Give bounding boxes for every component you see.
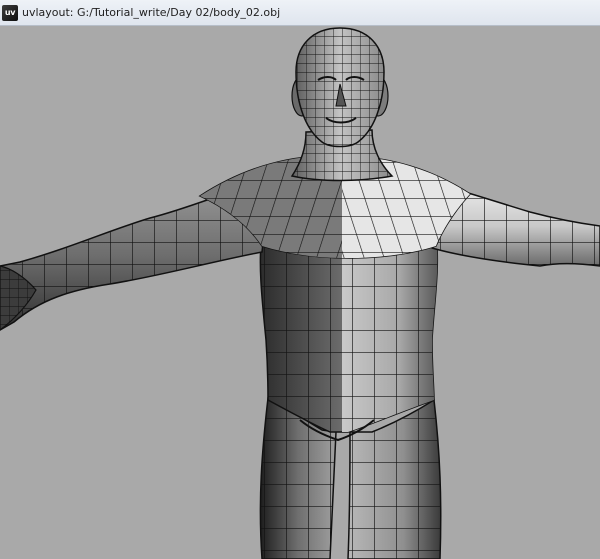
3d-viewport[interactable]: [0, 26, 600, 559]
mesh-render: [0, 27, 600, 559]
app-window: uv uvlayout: G:/Tutorial_write/Day 02/bo…: [0, 0, 600, 559]
title-bar[interactable]: uv uvlayout: G:/Tutorial_write/Day 02/bo…: [0, 0, 600, 26]
mesh-head: [291, 27, 389, 148]
window-title: uvlayout: G:/Tutorial_write/Day 02/body_…: [22, 6, 281, 19]
uvlayout-app-icon[interactable]: uv: [2, 4, 18, 21]
mesh-torso: [259, 234, 439, 442]
